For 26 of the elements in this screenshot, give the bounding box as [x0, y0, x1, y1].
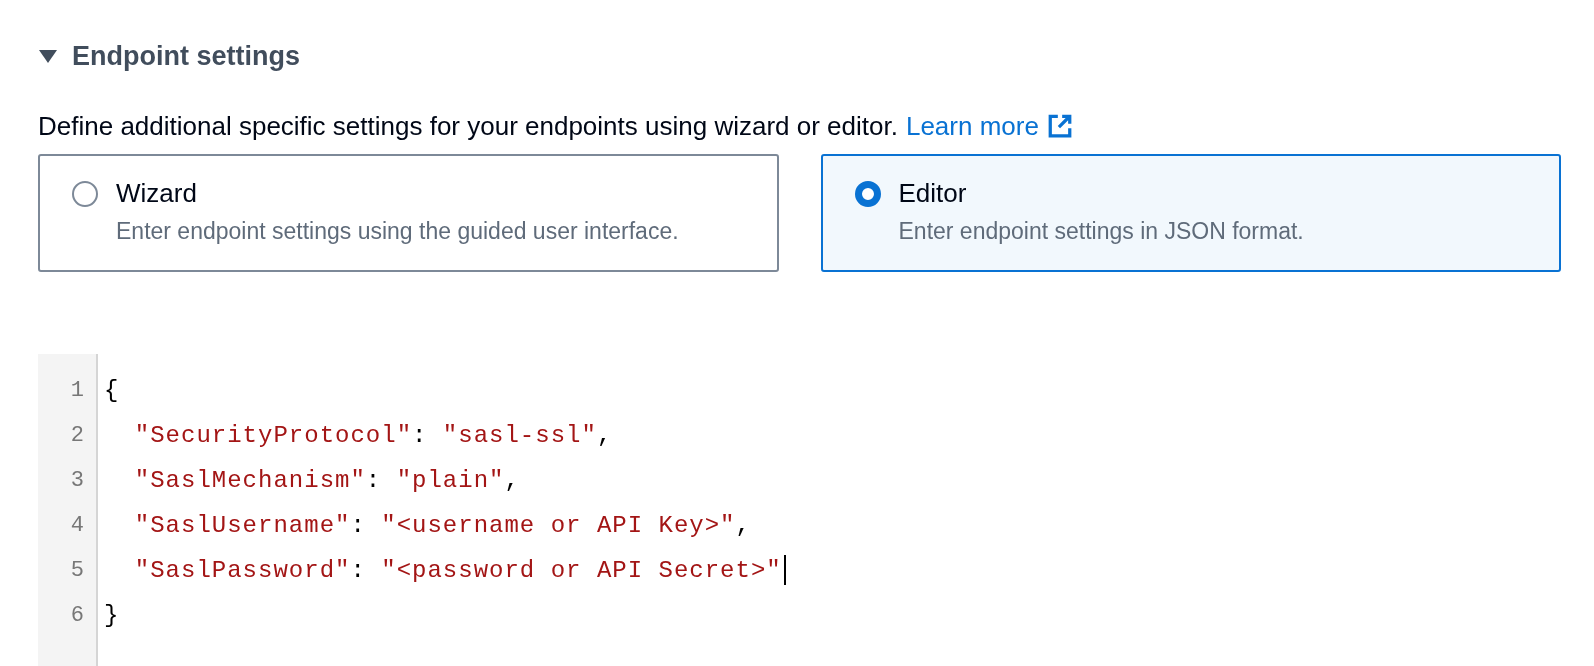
- line-number: 6: [69, 601, 85, 630]
- radio-button[interactable]: [72, 180, 98, 207]
- code-line: }: [104, 600, 120, 631]
- line-number: 3: [69, 466, 85, 495]
- section-title[interactable]: Endpoint settings: [72, 36, 300, 77]
- code-line: "SaslUsername": "<username or API Key>",: [133, 510, 751, 541]
- radio-button[interactable]: [854, 180, 881, 207]
- line-number: 2: [69, 421, 85, 450]
- external-link-icon[interactable]: [1046, 113, 1073, 139]
- option-description: Enter endpoint settings using the guided user interface.: [116, 216, 679, 246]
- code-line: "SaslPassword": "<password or API Secret>": [133, 555, 782, 586]
- line-number: 5: [69, 556, 85, 585]
- description-text: Define additional specific settings for your endpoints using wizard or editor.: [38, 109, 898, 143]
- line-number: 1: [69, 376, 85, 405]
- line-number: 4: [69, 511, 85, 540]
- code-line: "SaslMechanism": "plain",: [133, 465, 520, 496]
- option-description: Enter endpoint settings in JSON format.: [898, 216, 1304, 246]
- option-label: Wizard: [116, 177, 198, 208]
- learn-more-link[interactable]: Learn more: [905, 106, 1039, 146]
- option-label: Editor: [898, 177, 968, 208]
- code-line: {: [104, 375, 120, 406]
- code-editor[interactable]: 1 2 3 4 5 6 { "SecurityProtocol": "sasl-ssl", "SaslMechanism": "plain", "SaslUsername": "<username or API Key>", "SaslPassword": "<password or API Secret>" }: [38, 353, 1594, 666]
- radio-card[interactable]: Editor Enter endpoint settings in JSON format.: [820, 153, 1561, 272]
- code-line: "SecurityProtocol": "sasl-ssl",: [133, 420, 613, 451]
- radio-card[interactable]: Wizard Enter endpoint settings using the guided user interface.: [38, 153, 779, 272]
- caret-icon[interactable]: [38, 48, 58, 65]
